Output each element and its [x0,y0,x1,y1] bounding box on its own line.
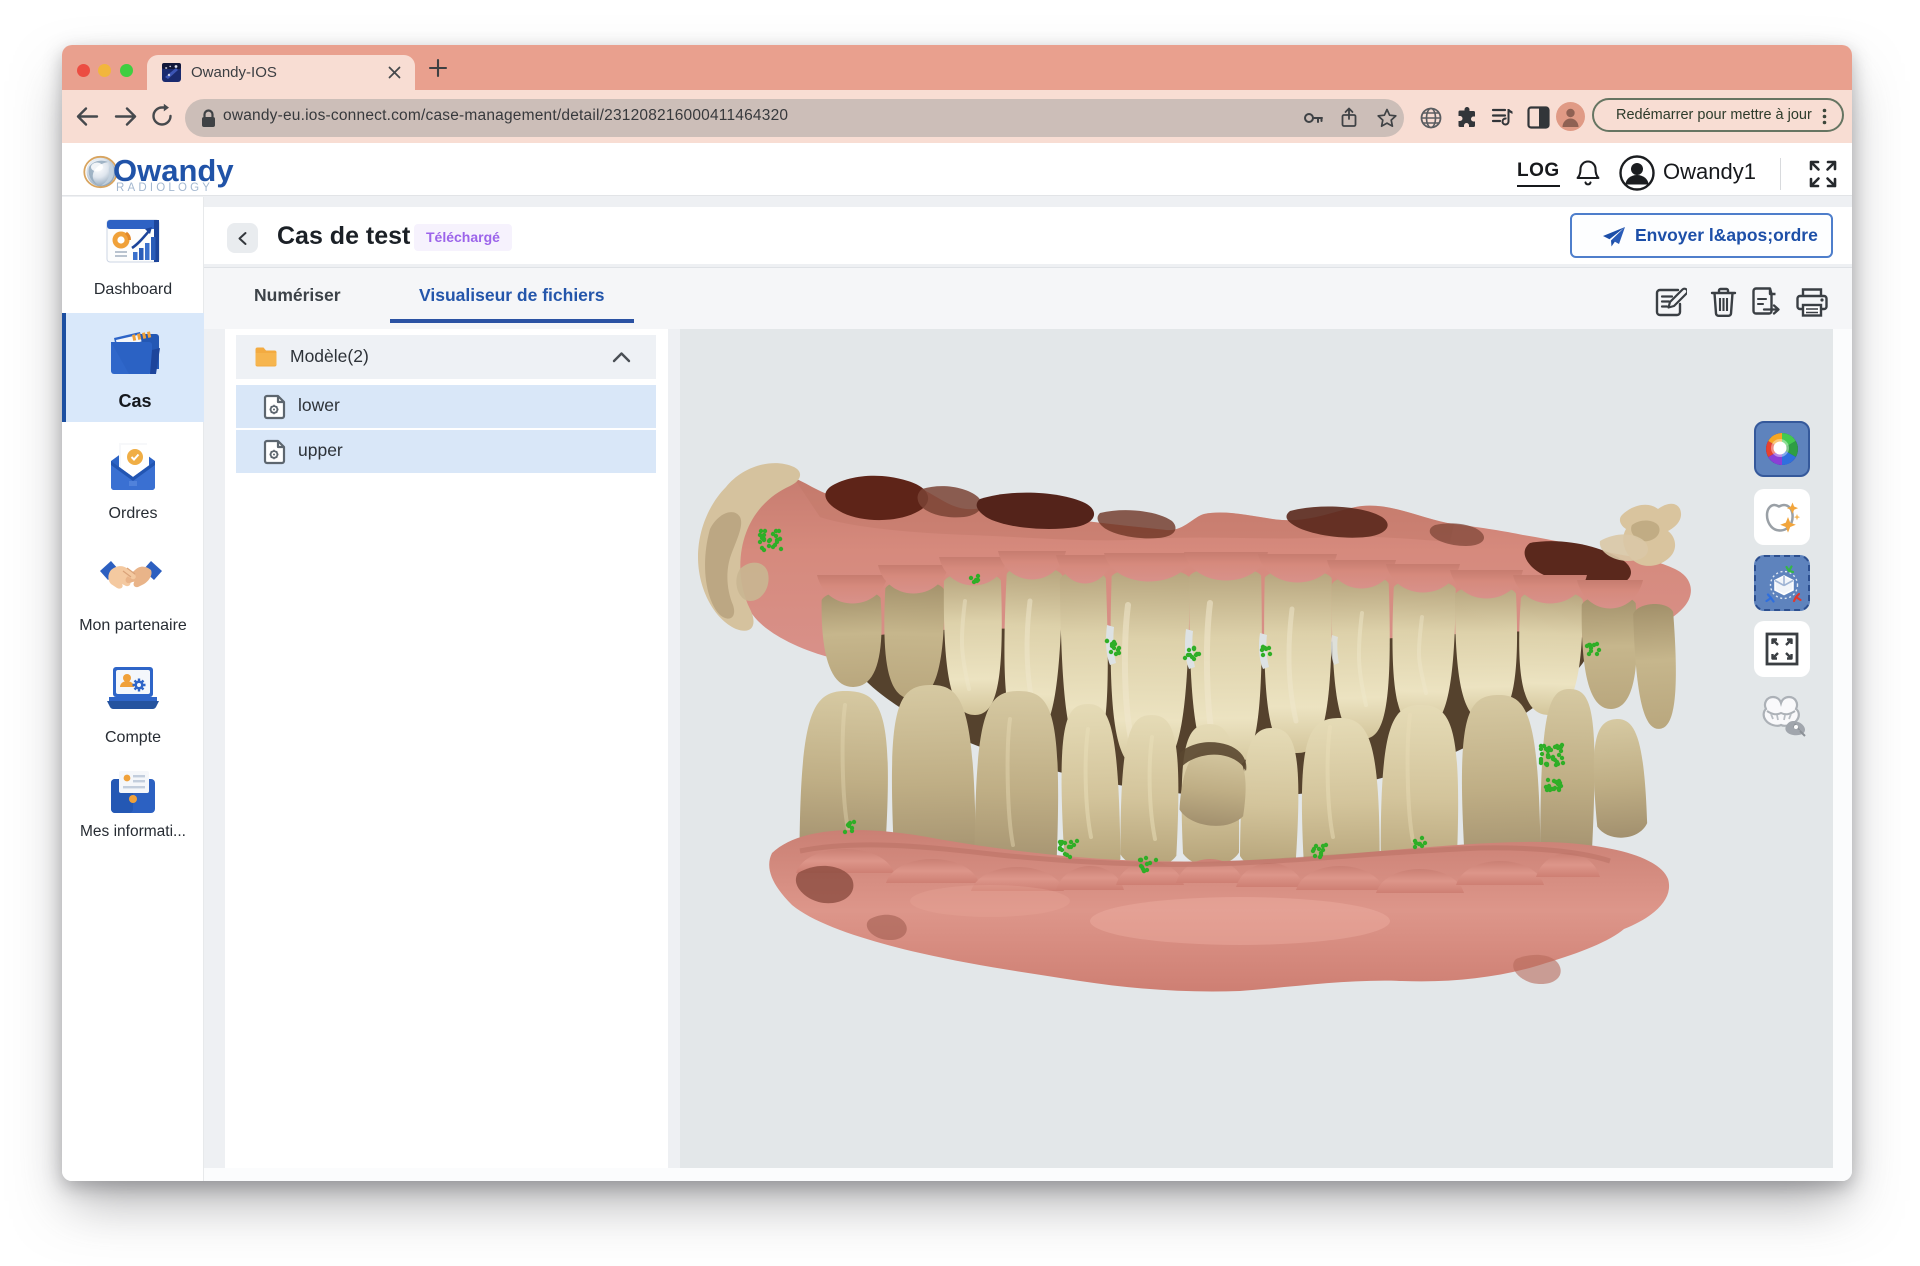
svg-text:RADIOLOGY: RADIOLOGY [116,182,213,194]
